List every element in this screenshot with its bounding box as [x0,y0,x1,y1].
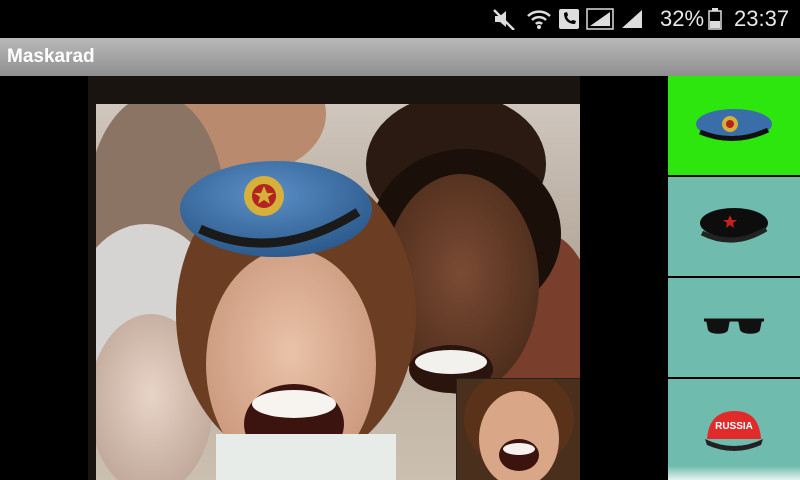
red-cap-icon: RUSSIA [705,410,763,451]
panel-bottom-fade [668,466,800,480]
accessory-item-sunglasses[interactable] [668,278,800,377]
clock: 23:37 [734,6,790,31]
camera-preview-thumbnail[interactable] [456,378,580,480]
battery-icon [708,8,722,30]
wifi-icon [527,10,551,29]
camera-view[interactable] [88,76,580,480]
mute-icon [493,9,515,30]
app-title-bar: Maskarad [0,38,800,76]
accessory-item-black-beret[interactable] [668,177,800,276]
accessory-item-red-cap[interactable]: RUSSIA [668,379,800,478]
blue-beret-icon [696,108,772,141]
call-icon [559,9,579,29]
sunglasses-icon [704,318,764,334]
status-bar: 32% 23:37 [0,0,800,38]
battery-percent: 32% [660,6,705,31]
preview-scene [457,379,580,480]
accessory-item-blue-beret[interactable] [668,76,800,175]
beret-overlay[interactable] [180,161,372,257]
accessory-panel: RUSSIA [668,76,800,480]
app-title: Maskarad [7,46,95,67]
signal-icon [586,8,614,30]
cap-text: RUSSIA [715,421,753,432]
signal-icon-2 [622,10,642,28]
black-beret-icon [700,207,768,243]
